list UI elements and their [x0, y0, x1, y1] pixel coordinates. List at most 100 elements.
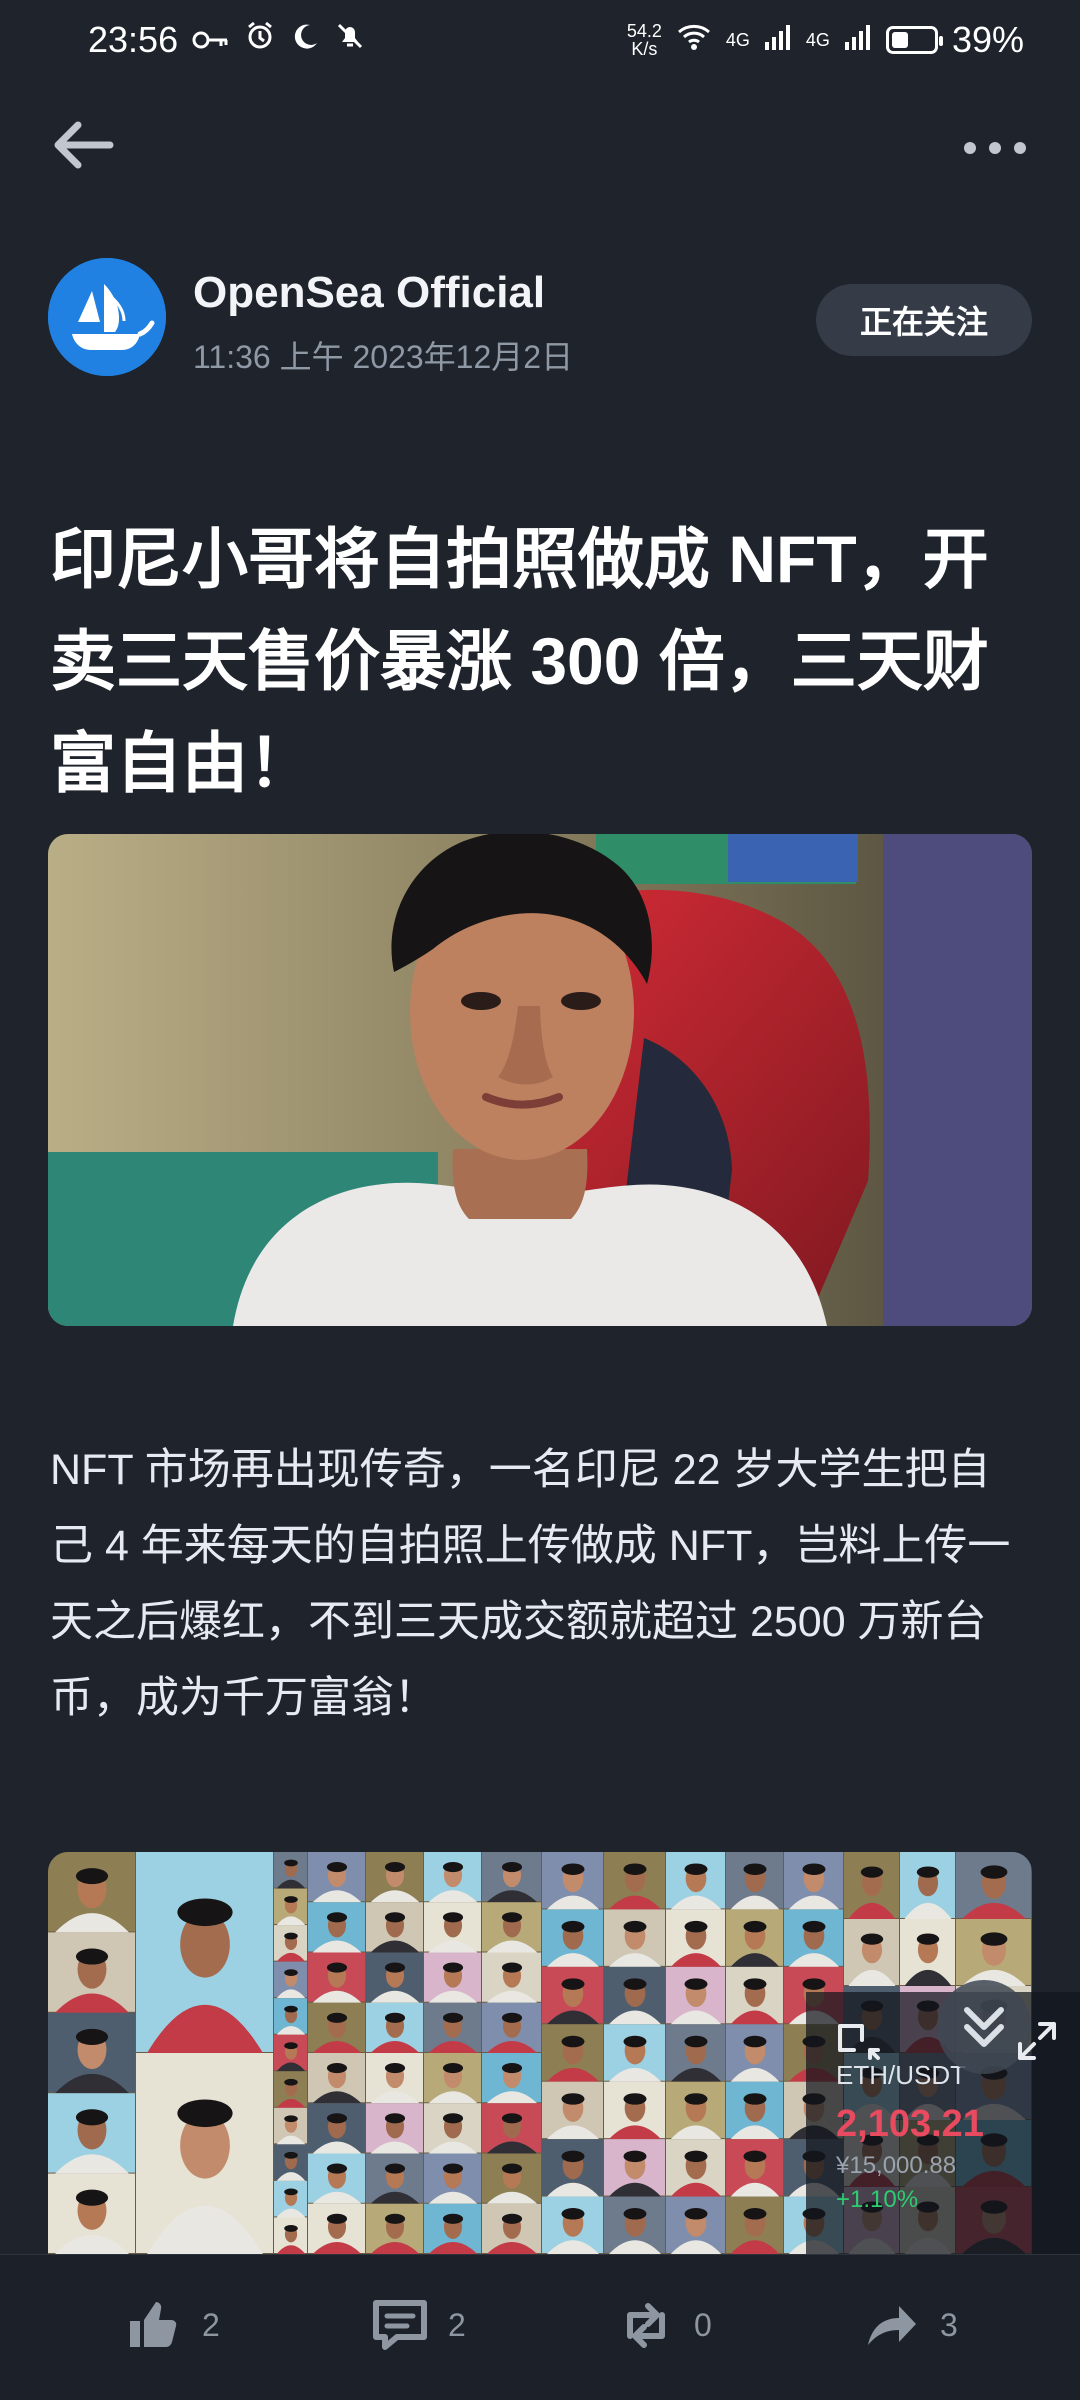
- more-button[interactable]: [960, 120, 1030, 170]
- collage-hair: [177, 2099, 233, 2128]
- eth-price: 2,103.21: [836, 2103, 984, 2145]
- collage-hair: [442, 2012, 464, 2023]
- collage-hair: [561, 2093, 585, 2105]
- collage-hair: [284, 1932, 298, 1940]
- repost-count: 0: [694, 2306, 712, 2343]
- collage-hair: [860, 1933, 884, 1945]
- post-timestamp: 11:36 上午 2023年12月2日: [193, 339, 574, 375]
- collage-hair: [860, 1866, 884, 1878]
- collage-hair: [501, 2213, 523, 2224]
- share-button[interactable]: 3: [864, 2295, 958, 2355]
- collage-hair: [802, 1863, 826, 1875]
- author-name[interactable]: OpenSea Official: [193, 268, 545, 318]
- collage-hair: [743, 2150, 767, 2163]
- network-speed-unit: K/s: [631, 39, 658, 59]
- collage-hair: [623, 2150, 647, 2163]
- comment-button[interactable]: 2: [372, 2295, 466, 2355]
- following-button[interactable]: 正在关注: [816, 284, 1032, 356]
- collage-hair: [284, 2078, 298, 2086]
- collage-hair: [561, 1920, 585, 1933]
- collage-hair: [623, 2208, 647, 2220]
- collage-hair: [743, 2093, 767, 2105]
- collage-hair: [501, 1962, 523, 1973]
- collage-hair: [623, 2093, 647, 2105]
- selfie-portrait-image: [48, 834, 1032, 1326]
- collage-hair: [284, 2151, 298, 2159]
- collage-hair: [75, 1948, 109, 1965]
- collage-hair: [326, 2113, 348, 2124]
- repost-button[interactable]: 0: [618, 2295, 712, 2355]
- like-count: 2: [202, 2306, 220, 2343]
- comment-icon: [373, 2300, 427, 2350]
- collage-hair: [684, 2150, 708, 2163]
- collage-hair: [501, 1862, 523, 1873]
- expand-widget-button[interactable]: [1016, 2020, 1058, 2062]
- status-left: 23:56: [88, 19, 366, 61]
- signal-icon-2: [844, 19, 872, 61]
- collage-hair: [743, 1978, 767, 1990]
- more-horizontal-icon: [964, 142, 1026, 154]
- collage-hair: [501, 2113, 523, 2124]
- bottom-action-bar: 2 2 0 3: [0, 2254, 1080, 2400]
- collage-hair: [384, 2063, 406, 2074]
- collage-hair: [326, 1962, 348, 1973]
- collage-hair: [442, 2113, 464, 2124]
- eth-price-widget[interactable]: ETH/USDT 2,103.21 ¥15,000.88 +1.10%: [806, 1980, 1080, 2288]
- collage-hair: [384, 2012, 406, 2023]
- collage-hair: [501, 1912, 523, 1923]
- collage-hair: [802, 1978, 826, 1990]
- collage-hair: [684, 2035, 708, 2048]
- collage-hair: [384, 2113, 406, 2124]
- collage-hair: [284, 1859, 298, 1867]
- collage-hair: [684, 1920, 708, 1933]
- collage-hair: [284, 2005, 298, 2013]
- eth-price-cny: ¥15,000.88: [836, 2152, 957, 2179]
- hero-selfie-image[interactable]: [48, 834, 1032, 1326]
- arrow-left-icon: [54, 121, 114, 169]
- battery-percent: 39%: [951, 19, 1024, 60]
- collage-hair: [980, 1932, 1008, 1946]
- collage-hair: [284, 2225, 298, 2232]
- collage-hair: [561, 1978, 585, 1990]
- collage-hair: [75, 2028, 109, 2045]
- shrink-widget-button[interactable]: [836, 2022, 882, 2062]
- collage-hair: [284, 2188, 298, 2196]
- network-speed-value: 54.2: [626, 21, 662, 41]
- collage-hair: [284, 1896, 298, 1903]
- expand-icon: [1018, 2022, 1056, 2060]
- collage-hair: [561, 1863, 585, 1875]
- eth-price-change: +1.10%: [836, 2186, 919, 2213]
- collage-hair: [384, 2213, 406, 2224]
- collage-hair: [684, 2093, 708, 2105]
- author-avatar[interactable]: [48, 258, 166, 376]
- network-type-1: 4G: [725, 30, 750, 50]
- battery-level: [891, 32, 908, 48]
- collage-hair: [326, 2213, 348, 2224]
- network-speed: 54.2 K/s: [627, 22, 662, 58]
- collage-hair: [384, 1962, 406, 1973]
- collage-hair: [684, 2208, 708, 2220]
- collage-hair: [916, 1933, 940, 1945]
- repost-icon: [627, 2303, 665, 2348]
- collage-hair: [384, 1862, 406, 1873]
- opensea-logo-icon: [48, 258, 166, 376]
- collage-hair: [75, 1868, 109, 1885]
- collage-hair: [623, 2035, 647, 2048]
- collage-hair: [326, 2012, 348, 2023]
- mute-bell-icon: [334, 19, 366, 61]
- collage-hair: [623, 1978, 647, 1990]
- like-button[interactable]: 2: [126, 2295, 220, 2355]
- collage-hair: [802, 1920, 826, 1933]
- status-time: 23:56: [88, 19, 179, 60]
- signal-icon-1: [764, 19, 792, 61]
- back-button[interactable]: [46, 118, 126, 172]
- collage-hair: [326, 2063, 348, 2074]
- collage-hair: [442, 1862, 464, 1873]
- network-type-2: 4G: [805, 30, 830, 50]
- thumbs-up-icon: [130, 2302, 177, 2347]
- status-right: 54.2 K/s 4G 4G 39%: [627, 19, 1024, 61]
- collage-hair: [561, 2208, 585, 2220]
- share-count: 3: [940, 2306, 958, 2343]
- collage-hair: [384, 2163, 406, 2174]
- collage-hair: [284, 2042, 298, 2050]
